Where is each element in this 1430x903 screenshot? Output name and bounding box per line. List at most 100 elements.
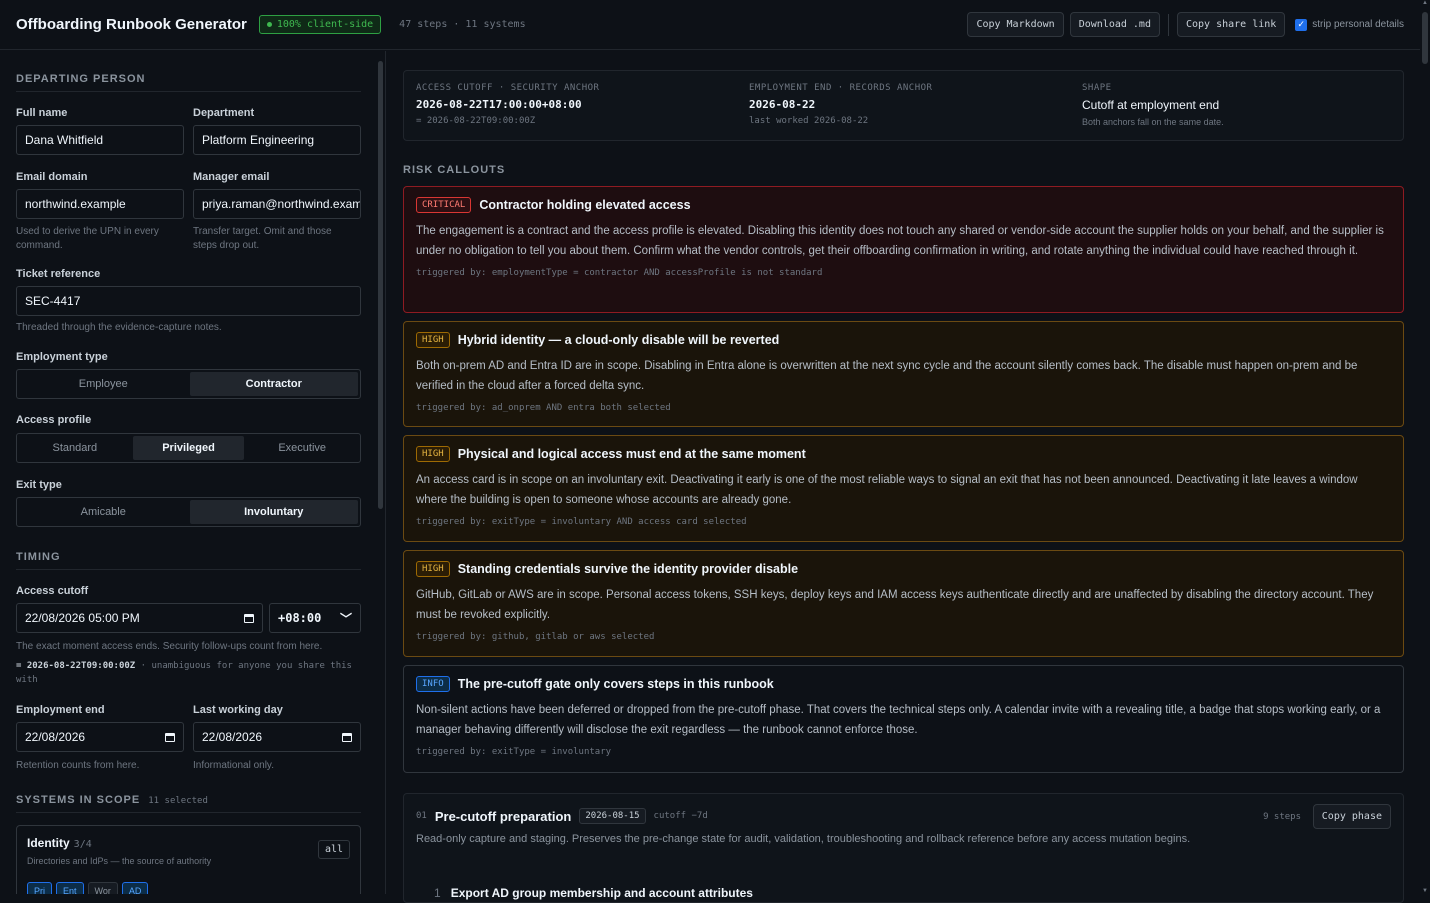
timezone-offset-select[interactable]: +08:00 ﹀ [269, 603, 361, 633]
full-name-input[interactable]: Dana Whitfield [16, 125, 184, 155]
copy-share-link-button[interactable]: Copy share link [1176, 12, 1286, 37]
risk-body: GitHub, GitLab or AWS are in scope. Pers… [416, 589, 1374, 621]
scroll-up-icon[interactable]: ▲ [1422, 0, 1428, 6]
phase-step-count: 9 steps [1263, 812, 1301, 822]
ticket-reference-label: Ticket reference [16, 268, 101, 280]
risk-body: Non-silent actions have been deferred or… [416, 704, 1381, 736]
exit-type-amicable[interactable]: Amicable [19, 500, 188, 524]
access-cutoff-label: Access cutoff [16, 585, 89, 597]
risk-trigger: triggered by: ad_onprem AND entra both s… [416, 403, 671, 413]
system-chip[interactable]: AD [121, 882, 149, 894]
employment-end-input[interactable]: 22/08/2026 [16, 722, 184, 752]
risk-title-text: Standing credentials survive the identit… [457, 562, 799, 576]
employment-type-contractor[interactable]: Contractor [189, 372, 358, 396]
ticket-reference-help: Threaded through the evidence-capture no… [16, 322, 222, 333]
access-profile-standard[interactable]: Standard [19, 436, 131, 460]
risk-title: INFO The pre-cutoff gate only covers ste… [416, 676, 1391, 692]
risk-title: HIGH Physical and logical access must en… [416, 446, 1391, 462]
toolbar-divider [1167, 13, 1169, 36]
page-scrollbar[interactable]: ▲ ▼ [1420, 0, 1430, 894]
access-profile-executive[interactable]: Executive [246, 436, 358, 460]
access-cutoff-input[interactable]: 22/08/2026 05:00 PM [16, 603, 263, 633]
access-profile-privileged[interactable]: Privileged [132, 436, 245, 460]
system-chip[interactable]: Pri [27, 882, 52, 894]
risk-callout-high: HIGH Hybrid identity — a cloud-only disa… [403, 321, 1404, 427]
phase-name: Pre-cutoff preparation [434, 808, 572, 824]
anchor-key: EMPLOYMENT END · RECORDS ANCHOR [749, 83, 933, 93]
step-number: 1 [434, 886, 441, 900]
select-all-identity-button[interactable]: all [317, 840, 350, 859]
last-working-day-label: Last working day [193, 704, 283, 716]
employment-end-label: Employment end [16, 704, 105, 716]
risk-title-text: Hybrid identity — a cloud-only disable w… [457, 333, 780, 347]
identity-group-title: Identity 3/4 [27, 836, 92, 850]
scroll-down-icon[interactable]: ▼ [1422, 888, 1428, 894]
strip-personal-details-toggle[interactable]: ✓ strip personal details [1295, 18, 1404, 31]
last-working-day-value: 22/08/2026 [202, 730, 263, 744]
systems-selected-count: 11 selected [148, 796, 208, 806]
risk-title-text: The pre-cutoff gate only covers steps in… [457, 677, 774, 691]
runbook-stats: 47 steps · 11 systems [399, 19, 526, 30]
email-domain-input[interactable]: northwind.example [16, 189, 184, 219]
access-cutoff-value: 22/08/2026 05:00 PM [25, 611, 140, 625]
risk-body: Both on-prem AD and Entra ID are in scop… [416, 360, 1358, 392]
risk-trigger: triggered by: github, gitlab or aws sele… [416, 632, 655, 642]
copy-markdown-button[interactable]: Copy Markdown [967, 12, 1064, 37]
anchor-sub: last worked 2026-08-22 [749, 116, 869, 126]
ticket-reference-input[interactable]: SEC-4417 [16, 286, 361, 316]
calendar-icon[interactable] [342, 732, 352, 742]
calendar-icon[interactable] [244, 613, 254, 623]
identity-system-chips: Pri Ent Wor AD [27, 882, 149, 894]
checkbox-checked-icon[interactable]: ✓ [1295, 18, 1308, 31]
last-working-day-input[interactable]: 22/08/2026 [193, 722, 361, 752]
risk-title: HIGH Hybrid identity — a cloud-only disa… [416, 332, 1391, 348]
copy-phase-button[interactable]: Copy phase [1312, 804, 1391, 829]
calendar-icon[interactable] [165, 732, 175, 742]
identity-group-desc: Directories and IdPs — the source of aut… [27, 856, 212, 866]
identity-group-count: 3/4 [73, 839, 92, 850]
employment-end-help: Retention counts from here. [16, 760, 140, 771]
phase-description: Read-only capture and staging. Preserves… [416, 833, 1191, 845]
department-input[interactable]: Platform Engineering [193, 125, 361, 155]
anchor-value: Cutoff at employment end [1082, 98, 1220, 112]
anchor-value: 2026-08-22 [749, 98, 816, 111]
risk-callout-critical: CRITICAL Contractor holding elevated acc… [403, 186, 1404, 313]
risk-trigger: triggered by: exitType = involuntary AND… [416, 517, 747, 527]
risk-title-text: Physical and logical access must end at … [457, 447, 806, 461]
phase-step[interactable]: 1 Export AD group membership and account … [434, 886, 753, 900]
manager-email-label: Manager email [193, 171, 270, 183]
phase-date: 2026-08-15 [579, 808, 646, 824]
download-md-button[interactable]: Download .md [1069, 12, 1160, 37]
config-panel: DEPARTING PERSON Full name Dana Whitfiel… [0, 51, 386, 894]
phase-header: 01 Pre-cutoff preparation 2026-08-15 cut… [416, 808, 708, 824]
shape-anchor: SHAPE Cutoff at employment end Both anch… [1082, 83, 1224, 127]
employment-type-employee[interactable]: Employee [19, 372, 188, 396]
client-side-badge-label: 100% client-side [276, 19, 374, 30]
system-chip[interactable]: Ent [56, 882, 84, 894]
identity-group-name: Identity [27, 836, 70, 850]
anchor-value: 2026-08-22T17:00:00+08:00 [416, 98, 582, 111]
system-chip[interactable]: Wor [87, 882, 118, 894]
severity-badge: CRITICAL [416, 197, 472, 213]
manager-email-input[interactable]: priya.raman@northwind.example [193, 189, 361, 219]
email-domain-help: Used to derive the UPN in every command. [16, 226, 159, 251]
page-scrollbar-thumb[interactable] [1422, 12, 1428, 64]
risk-callout-high: HIGH Physical and logical access must en… [403, 435, 1404, 542]
exit-type-segmented: Amicable Involuntary [16, 497, 361, 527]
config-panel-scrollbar[interactable] [378, 61, 383, 509]
risk-callout-high: HIGH Standing credentials survive the id… [403, 550, 1404, 657]
risk-title: CRITICAL Contractor holding elevated acc… [416, 197, 1391, 213]
severity-badge: INFO [416, 676, 450, 692]
access-profile-label: Access profile [16, 414, 92, 426]
anchor-summary: ACCESS CUTOFF · SECURITY ANCHOR 2026-08-… [403, 70, 1404, 141]
severity-badge: HIGH [416, 446, 450, 462]
email-domain-label: Email domain [16, 171, 88, 183]
access-profile-segmented: Standard Privileged Executive [16, 433, 361, 463]
risk-trigger: triggered by: exitType = involuntary [416, 747, 612, 757]
exit-type-involuntary[interactable]: Involuntary [189, 500, 358, 524]
phase-card: 01 Pre-cutoff preparation 2026-08-15 cut… [403, 793, 1404, 903]
access-cutoff-anchor: ACCESS CUTOFF · SECURITY ANCHOR 2026-08-… [416, 83, 599, 126]
anchor-sub: Both anchors fall on the same date. [1082, 117, 1224, 127]
systems-in-scope-heading: SYSTEMS IN SCOPE 11 selected [16, 794, 361, 813]
step-title: Export AD group membership and account a… [450, 886, 753, 900]
